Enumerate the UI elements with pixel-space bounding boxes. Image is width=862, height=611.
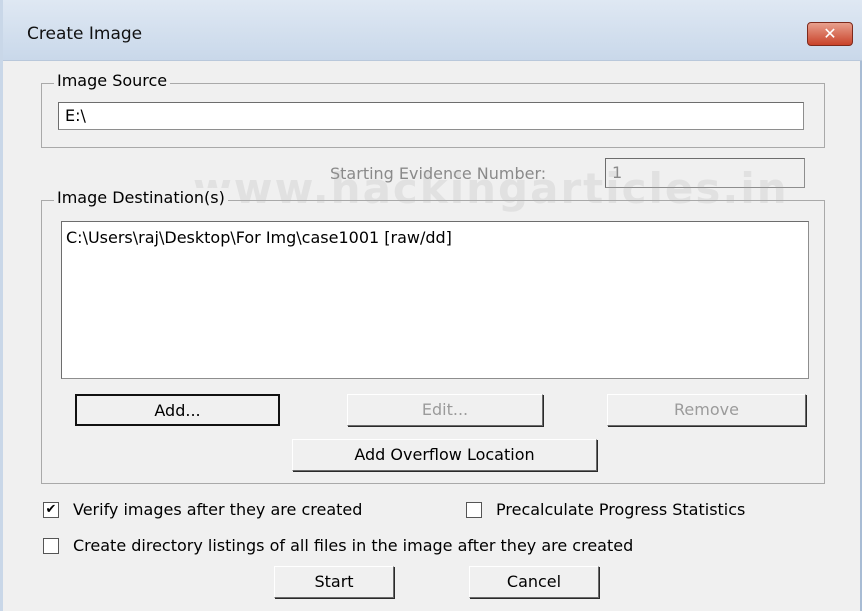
image-source-legend: Image Source [54, 71, 171, 90]
window-title: Create Image [27, 24, 143, 44]
verify-images-label: Verify images after they are created [73, 500, 363, 519]
image-destinations-legend: Image Destination(s) [54, 188, 228, 207]
verify-images-option[interactable]: ✔ Verify images after they are created [43, 500, 362, 519]
create-image-dialog: Create Image ✕ Image Source E:\ Starting… [0, 0, 862, 611]
destination-item[interactable]: C:\Users\raj\Desktop\For Img\case1001 [r… [66, 228, 804, 247]
add-destination-button[interactable]: Add... [75, 394, 280, 426]
edit-destination-button[interactable]: Edit... [347, 394, 543, 426]
title-bar[interactable]: Create Image ✕ [3, 0, 862, 61]
precalculate-option[interactable]: Precalculate Progress Statistics [466, 500, 745, 519]
checkmark-icon: ✔ [45, 501, 57, 517]
image-destinations-group: Image Destination(s) C:\Users\raj\Deskto… [41, 188, 825, 484]
precalculate-label: Precalculate Progress Statistics [496, 500, 746, 519]
close-button[interactable]: ✕ [807, 22, 853, 46]
cancel-button[interactable]: Cancel [469, 566, 599, 598]
remove-destination-button[interactable]: Remove [607, 394, 806, 426]
close-icon: ✕ [823, 24, 837, 43]
image-source-field[interactable]: E:\ [58, 102, 804, 130]
verify-images-checkbox[interactable]: ✔ [43, 501, 59, 518]
image-source-value: E:\ [65, 106, 86, 125]
directory-listing-checkbox[interactable] [43, 537, 59, 554]
precalculate-checkbox[interactable] [466, 501, 482, 518]
directory-listing-label: Create directory listings of all files i… [73, 536, 634, 555]
image-source-group: Image Source E:\ [41, 71, 825, 148]
destinations-list[interactable]: C:\Users\raj\Desktop\For Img\case1001 [r… [61, 221, 809, 379]
directory-listing-option[interactable]: Create directory listings of all files i… [43, 536, 633, 555]
add-overflow-location-button[interactable]: Add Overflow Location [292, 439, 597, 471]
start-button[interactable]: Start [274, 566, 394, 598]
